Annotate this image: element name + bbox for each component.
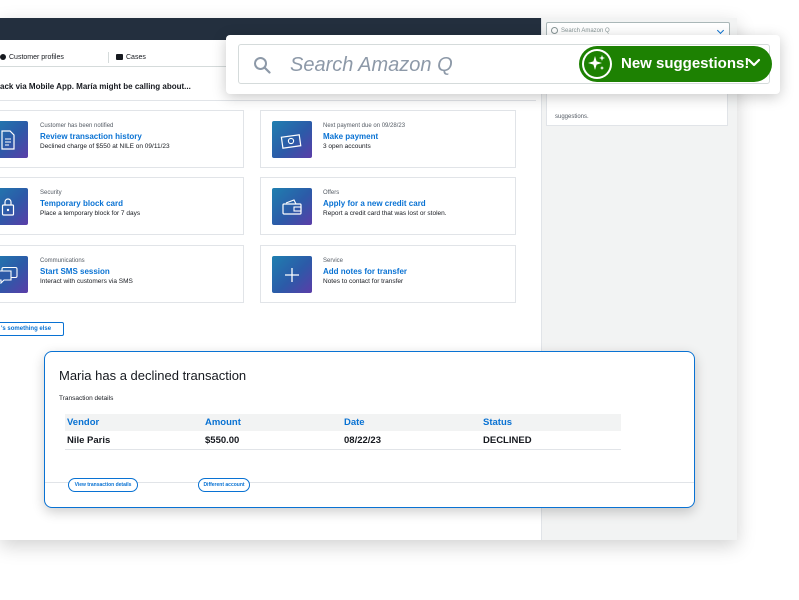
column-header: Vendor <box>67 417 100 428</box>
action-category: Customer has been notified <box>40 123 114 129</box>
action-title-link[interactable]: Make payment <box>323 131 523 142</box>
action-description: Place a temporary block for 7 days <box>40 210 141 217</box>
action-card-apply-credit-card[interactable]: Offers Apply for a new credit card Repor… <box>260 177 516 235</box>
chevron-down-icon <box>747 58 761 67</box>
transaction-table: Vendor Amount Date Status Nile Paris $55… <box>65 414 621 450</box>
action-description: Report a credit card that was lost or st… <box>323 210 447 217</box>
something-else-button[interactable]: 's something else <box>0 322 64 336</box>
table-cell: Nile Paris <box>67 435 111 446</box>
sparkle-icon <box>582 49 612 79</box>
new-suggestions-label: New suggestions! <box>621 55 750 72</box>
tab-divider <box>108 52 109 63</box>
panel-subtitle: Transaction details <box>59 395 114 402</box>
lock-icon <box>0 188 28 225</box>
action-category: Next payment due on 09/28/23 <box>323 123 406 129</box>
table-cell: $550.00 <box>205 435 240 446</box>
different-account-button[interactable]: Different account <box>198 478 250 492</box>
action-title-link[interactable]: Temporary block card <box>40 198 240 209</box>
action-description: 3 open accounts <box>323 143 371 150</box>
tab-cases[interactable]: Cases <box>116 52 146 64</box>
panel-title: Maria has a declined transaction <box>59 368 247 383</box>
amazon-q-search-input[interactable]: Search Amazon Q New suggestions! <box>238 44 772 84</box>
amazon-q-search-bar: Search Amazon Q New suggestions! <box>226 35 780 94</box>
action-description: Notes to contact for transfer <box>323 278 404 285</box>
action-title-link[interactable]: Apply for a new credit card <box>323 198 523 209</box>
table-cell: DECLINED <box>483 435 532 446</box>
chevron-down-icon[interactable] <box>716 26 725 35</box>
action-description: Interact with customers via SMS <box>40 278 133 285</box>
chat-icon <box>0 256 28 293</box>
tab-label: Customer profiles <box>9 54 64 61</box>
action-card-temporary-block[interactable]: Security Temporary block card Place a te… <box>0 177 244 235</box>
side-card-text: suggestions. <box>555 114 589 120</box>
view-transaction-details-button[interactable]: View transaction details <box>68 478 138 492</box>
action-title-link[interactable]: Review transaction history <box>40 131 240 142</box>
panel-divider <box>45 482 694 483</box>
search-placeholder: Search Amazon Q <box>290 54 453 76</box>
action-description: Declined charge of $550 at NILE on 09/11… <box>40 143 170 150</box>
action-title-link[interactable]: Start SMS session <box>40 266 240 277</box>
column-header: Amount <box>205 417 241 428</box>
plus-icon <box>272 256 312 293</box>
tab-customer-profiles[interactable]: Customer profiles <box>0 52 64 64</box>
document-icon <box>0 121 28 158</box>
action-category: Offers <box>323 190 340 196</box>
user-icon <box>0 54 6 61</box>
side-search-placeholder: Search Amazon Q <box>561 28 610 34</box>
search-icon <box>551 26 558 34</box>
search-icon <box>254 57 271 74</box>
action-category: Service <box>323 258 344 264</box>
column-header: Date <box>344 417 365 428</box>
action-category: Security <box>40 190 62 196</box>
context-text: ack via Mobile App. María might be calli… <box>0 82 191 91</box>
something-else-label: 's something else <box>1 326 52 332</box>
column-header: Status <box>483 417 513 428</box>
tab-label: Cases <box>126 54 146 61</box>
table-row: Nile Paris $550.00 08/22/23 DECLINED <box>65 432 621 450</box>
action-title-link[interactable]: Add notes for transfer <box>323 266 523 277</box>
table-cell: 08/22/23 <box>344 435 381 446</box>
table-header: Vendor Amount Date Status <box>65 414 621 431</box>
action-category: Communications <box>40 258 85 264</box>
action-card-make-payment[interactable]: Next payment due on 09/28/23 Make paymen… <box>260 110 516 168</box>
action-card-add-notes[interactable]: Service Add notes for transfer Notes to … <box>260 245 516 303</box>
action-card-start-sms[interactable]: Communications Start SMS session Interac… <box>0 245 244 303</box>
cash-icon <box>272 121 312 158</box>
declined-transaction-panel: Maria has a declined transaction Transac… <box>44 351 695 508</box>
action-card-review-transaction[interactable]: Customer has been notified Review transa… <box>0 110 244 168</box>
new-suggestions-button[interactable]: New suggestions! <box>579 46 772 82</box>
briefcase-icon <box>116 54 123 61</box>
wallet-icon <box>272 188 312 225</box>
